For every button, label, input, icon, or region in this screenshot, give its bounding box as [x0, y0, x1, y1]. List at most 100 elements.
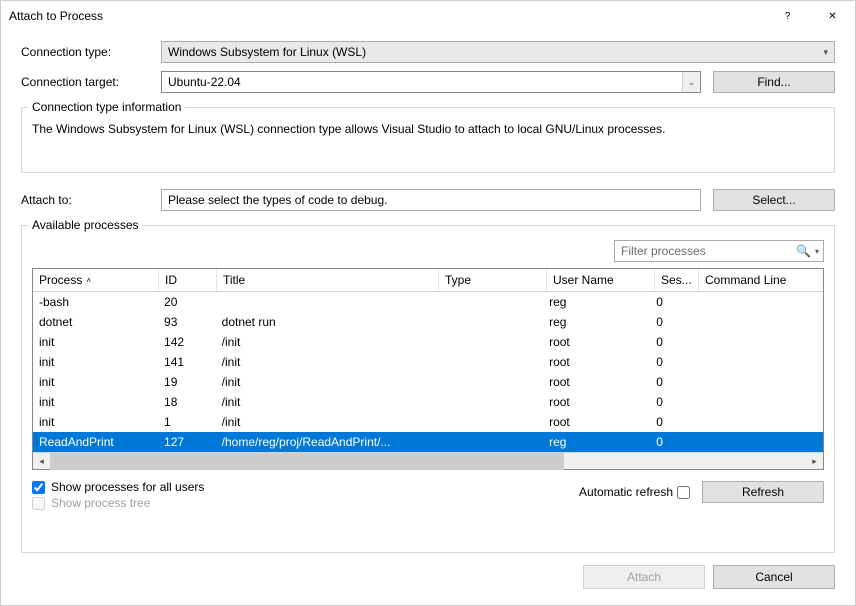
connection-target-combo[interactable]: Ubuntu-22.04 ⌄	[161, 71, 701, 93]
table-cell	[436, 340, 543, 344]
table-row[interactable]: -bash20 reg0	[33, 292, 823, 312]
table-cell	[694, 440, 823, 444]
connection-target-label: Connection target:	[21, 75, 161, 89]
table-cell: 0	[650, 393, 694, 411]
table-cell: 0	[650, 413, 694, 431]
table-cell: root	[543, 353, 650, 371]
process-table: Process ˄ ID Title Type User Name Ses...…	[32, 268, 824, 470]
show-all-users-checkbox[interactable]	[32, 481, 45, 494]
table-row[interactable]: init18/init root0	[33, 392, 823, 412]
column-header-type[interactable]: Type	[439, 269, 547, 291]
table-cell: root	[543, 373, 650, 391]
table-row[interactable]: init141/initroot0	[33, 352, 823, 372]
table-cell: 1	[158, 413, 216, 431]
table-row[interactable]: init1/initroot0	[33, 412, 823, 432]
table-cell: reg	[543, 433, 650, 451]
table-cell: root	[543, 333, 650, 351]
cancel-button[interactable]: Cancel	[713, 565, 835, 589]
table-cell: -bash	[33, 293, 158, 311]
available-processes-group: Available processes Filter processes 🔍 ▾…	[21, 225, 835, 553]
help-button[interactable]: ?	[765, 1, 810, 31]
attach-to-label: Attach to:	[21, 193, 161, 207]
connection-type-label: Connection type:	[21, 45, 161, 59]
table-cell: 18	[158, 393, 216, 411]
scroll-left-icon[interactable]: ◂	[33, 453, 50, 470]
table-cell	[436, 300, 543, 304]
column-header-command[interactable]: Command Line	[699, 269, 823, 291]
column-header-process[interactable]: Process ˄	[33, 269, 159, 291]
filter-input[interactable]: Filter processes 🔍 ▾	[614, 240, 824, 262]
chevron-down-icon[interactable]: ▾	[815, 247, 819, 256]
table-cell	[694, 380, 823, 384]
table-cell: 0	[650, 293, 694, 311]
find-button[interactable]: Find...	[713, 71, 835, 93]
close-button[interactable]: ✕	[810, 1, 855, 31]
table-row[interactable]: init19/initroot0	[33, 372, 823, 392]
table-cell	[694, 420, 823, 424]
table-cell: 141	[158, 353, 216, 371]
filter-placeholder: Filter processes	[619, 244, 796, 258]
table-cell: root	[543, 393, 650, 411]
table-cell: reg	[543, 293, 650, 311]
table-cell	[694, 340, 823, 344]
column-header-title[interactable]: Title	[217, 269, 439, 291]
table-cell: init	[33, 353, 158, 371]
column-header-user[interactable]: User Name	[547, 269, 655, 291]
table-row[interactable]: dotnet93dotnet run reg0	[33, 312, 823, 332]
chevron-down-icon[interactable]: ⌄	[682, 72, 700, 92]
table-cell	[436, 400, 543, 404]
automatic-refresh-checkbox[interactable]	[677, 486, 690, 499]
table-cell: 20	[158, 293, 216, 311]
table-cell: init	[33, 393, 158, 411]
table-cell: /init	[216, 413, 436, 431]
column-header-id[interactable]: ID	[159, 269, 217, 291]
table-cell: dotnet	[33, 313, 158, 331]
table-cell: 0	[650, 433, 694, 451]
connection-info-group: Connection type information The Windows …	[21, 107, 835, 173]
table-row[interactable]: init142/init root0	[33, 332, 823, 352]
table-cell: 0	[650, 313, 694, 331]
show-all-users-label[interactable]: Show processes for all users	[51, 480, 204, 494]
table-cell: dotnet run	[216, 313, 436, 331]
automatic-refresh-label: Automatic refresh	[579, 485, 673, 499]
table-cell: reg	[543, 313, 650, 331]
search-icon: 🔍	[796, 244, 811, 258]
table-cell: 0	[650, 353, 694, 371]
table-cell: /init	[216, 333, 436, 351]
chevron-down-icon: ▾	[823, 47, 828, 58]
select-button[interactable]: Select...	[713, 189, 835, 211]
table-cell: /home/reg/proj/ReadAndPrint/...	[216, 433, 436, 451]
connection-type-dropdown[interactable]: Windows Subsystem for Linux (WSL) ▾	[161, 41, 835, 63]
attach-to-textbox[interactable]: Please select the types of code to debug…	[161, 189, 701, 211]
table-cell: init	[33, 373, 158, 391]
scroll-right-icon[interactable]: ▸	[806, 453, 823, 470]
refresh-button[interactable]: Refresh	[702, 481, 824, 503]
connection-info-text: The Windows Subsystem for Linux (WSL) co…	[32, 122, 824, 136]
table-cell: 0	[650, 373, 694, 391]
table-cell	[694, 320, 823, 324]
table-cell	[436, 440, 543, 444]
sort-asc-icon: ˄	[86, 276, 91, 285]
horizontal-scrollbar[interactable]: ◂ ▸	[33, 452, 823, 469]
table-cell	[694, 360, 823, 364]
column-header-session[interactable]: Ses...	[655, 269, 699, 291]
connection-info-legend: Connection type information	[28, 100, 185, 114]
available-processes-legend: Available processes	[28, 218, 143, 232]
table-cell: /init	[216, 373, 436, 391]
table-cell: root	[543, 413, 650, 431]
show-process-tree-checkbox	[32, 497, 45, 510]
table-row[interactable]: ReadAndPrint127/home/reg/proj/ReadAndPri…	[33, 432, 823, 452]
table-cell: 127	[158, 433, 216, 451]
table-cell: 93	[158, 313, 216, 331]
window-title: Attach to Process	[9, 9, 765, 23]
table-cell: 0	[650, 333, 694, 351]
connection-target-value: Ubuntu-22.04	[162, 75, 682, 89]
connection-type-value: Windows Subsystem for Linux (WSL)	[168, 45, 366, 59]
table-cell: /init	[216, 393, 436, 411]
show-process-tree-label: Show process tree	[51, 496, 150, 510]
table-cell: 142	[158, 333, 216, 351]
table-cell: init	[33, 333, 158, 351]
table-cell	[694, 300, 823, 304]
attach-button[interactable]: Attach	[583, 565, 705, 589]
table-cell	[436, 320, 543, 324]
